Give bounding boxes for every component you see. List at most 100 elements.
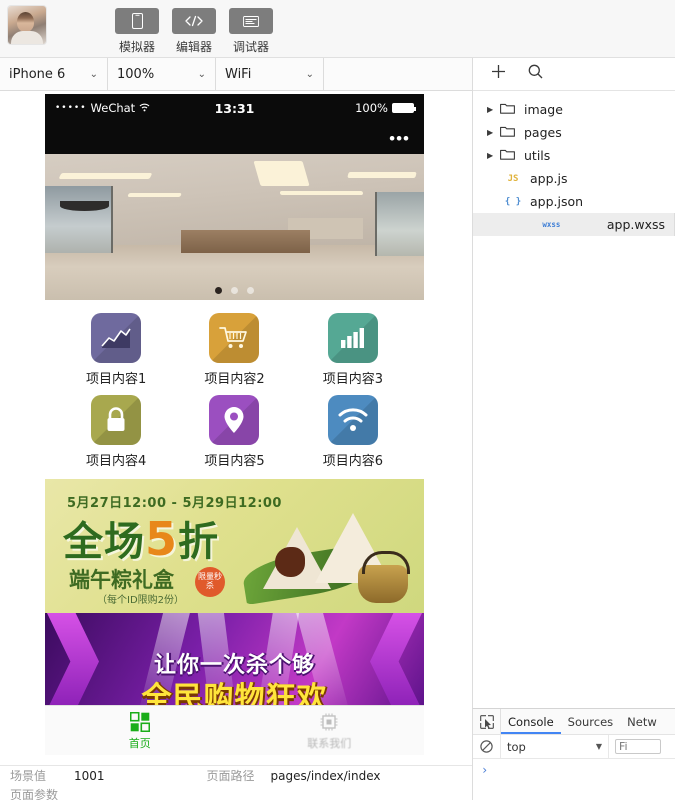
- bar-chart-icon: [327, 313, 378, 363]
- devtools-tab-console[interactable]: Console: [501, 709, 561, 734]
- file-tree-label: app.wxss: [606, 217, 665, 232]
- chevron-down-icon: ⌄: [305, 69, 314, 80]
- tab-contact-label: 联系我们: [307, 736, 352, 750]
- js-file-icon: JS: [507, 173, 519, 184]
- carousel-dot[interactable]: [215, 287, 222, 294]
- toolbar-button-group: 模拟器 编辑器 调试器: [115, 0, 273, 55]
- carousel-dot[interactable]: [231, 287, 238, 294]
- console-context-select[interactable]: top ▼: [501, 735, 609, 758]
- lock-icon: [91, 395, 142, 445]
- simulator-button-label: 模拟器: [118, 40, 155, 54]
- grid-item-label: 项目内容6: [322, 454, 383, 469]
- tab-home[interactable]: 首页: [45, 711, 235, 751]
- banner-note: （每个ID限购2份）: [97, 595, 185, 606]
- debugger-button-label: 调试器: [232, 40, 269, 54]
- grid-item-label: 项目内容1: [86, 372, 147, 387]
- grid-item-1[interactable]: 项目内容1: [57, 313, 175, 387]
- folder-icon: [500, 148, 520, 163]
- grid-item-4[interactable]: 项目内容4: [57, 395, 175, 469]
- file-tree-folder-utils[interactable]: ▶ utils: [473, 144, 675, 167]
- carousel-image: [45, 154, 424, 300]
- settings-bar-filler: [324, 58, 472, 90]
- grid-squares-icon: [45, 711, 235, 733]
- devtools-tab-network[interactable]: Netw: [620, 709, 664, 734]
- scene-value: 1001: [74, 768, 105, 783]
- simulator-settings-bar: iPhone 6 ⌄ 100% ⌄ WiFi ⌄: [0, 58, 472, 91]
- console-filter-bar: top ▼ Fi: [473, 735, 675, 759]
- file-tree-label: image: [524, 102, 563, 117]
- grid-item-6[interactable]: 项目内容6: [294, 395, 412, 469]
- folder-icon: [500, 102, 520, 117]
- folder-icon: [500, 125, 520, 140]
- search-icon[interactable]: [528, 64, 543, 84]
- zoom-select[interactable]: 100% ⌄: [108, 58, 216, 91]
- editor-button[interactable]: 编辑器: [172, 8, 216, 55]
- teapot-illustration: [358, 551, 410, 603]
- grid-item-5[interactable]: 项目内容5: [175, 395, 293, 469]
- device-select[interactable]: iPhone 6 ⌄: [0, 58, 108, 91]
- page-info-bar: 场景值 1001 页面路径 pages/index/index 页面参数: [0, 765, 472, 800]
- zongzi-illustration: [240, 491, 416, 611]
- lobby-reception-desk: [181, 229, 311, 254]
- phone-screen: ••••• WeChat 13:31 100% ••• 项目内容1 项目内容2 …: [45, 94, 424, 755]
- banner-headline-suffix: 折: [178, 519, 220, 565]
- wifi-signal-icon: [327, 395, 378, 445]
- inspect-element-icon[interactable]: [473, 709, 501, 734]
- grid-item-3[interactable]: 项目内容3: [294, 313, 412, 387]
- banner-headline: 全场5折: [63, 509, 219, 567]
- grid-item-2[interactable]: 项目内容2: [175, 313, 293, 387]
- grid-item-label: 项目内容4: [86, 454, 147, 469]
- device-select-value: iPhone 6: [9, 67, 66, 82]
- file-tree-item-app-json[interactable]: { } app.json: [473, 190, 675, 213]
- file-tree-item-app-wxss[interactable]: wxss app.wxss: [473, 213, 675, 236]
- chevron-right-icon[interactable]: ▶: [487, 105, 500, 114]
- console-output[interactable]: ›: [473, 759, 675, 799]
- user-avatar[interactable]: [8, 6, 46, 44]
- grid-item-label: 项目内容2: [204, 372, 265, 387]
- location-pin-icon: [209, 395, 260, 445]
- chevron-right-icon[interactable]: ▶: [487, 128, 500, 137]
- chevron-right-icon[interactable]: ▶: [487, 151, 500, 160]
- file-tree: ▶ image ▶ pages ▶ utils JS app.js {} ap…: [473, 91, 675, 236]
- tab-home-label: 首页: [128, 736, 151, 750]
- wechat-devtools-window: 模拟器 编辑器 调试器 iPhone 6 ⌄ 100% ⌄ WiFi ⌄ •••…: [0, 0, 675, 800]
- scene-key-label: 场景值: [10, 769, 47, 783]
- file-tree-label: pages: [524, 125, 562, 140]
- code-icon: [172, 8, 216, 34]
- file-tree-label: utils: [524, 148, 551, 163]
- devtools-pane: Console Sources Netw top ▼ Fi ›: [472, 708, 675, 800]
- promo-banner-sale[interactable]: 让你一次杀个够 全民购物狂欢: [45, 613, 424, 710]
- file-explorer-toolbar: [473, 58, 675, 91]
- path-key-label: 页面路径: [206, 769, 255, 783]
- chip-icon: [235, 711, 425, 733]
- banner-subtitle: 端午粽礼盒: [69, 568, 174, 592]
- lobby-glass-left: [45, 186, 114, 254]
- image-carousel[interactable]: [45, 154, 424, 300]
- simulator-button[interactable]: 模拟器: [115, 8, 159, 55]
- params-key-label: 页面参数: [10, 788, 59, 800]
- console-prompt: ›: [481, 763, 489, 777]
- file-tree-item-app-js[interactable]: JS app.js: [473, 167, 675, 190]
- path-value: pages/index/index: [270, 768, 381, 783]
- lobby-glass-right: [374, 191, 424, 257]
- banner-badge: 限量秒杀: [195, 567, 225, 597]
- plus-icon[interactable]: [491, 64, 506, 84]
- phone-status-bar: ••••• WeChat 13:31 100%: [45, 94, 424, 122]
- clear-console-icon[interactable]: [473, 735, 501, 758]
- tab-contact[interactable]: 联系我们: [235, 711, 425, 751]
- carousel-dot[interactable]: [247, 287, 254, 294]
- carousel-dots: [45, 287, 424, 294]
- network-select-value: WiFi: [225, 67, 252, 82]
- stage-chevron-right: [370, 613, 422, 710]
- promo-banner-dragonboat[interactable]: 5月27日12:00 - 5月29日12:00 全场5折 端午粽礼盒 限量秒杀 …: [45, 479, 424, 613]
- devtools-tab-sources[interactable]: Sources: [561, 709, 621, 734]
- file-tree-folder-pages[interactable]: ▶ pages: [473, 121, 675, 144]
- debugger-button[interactable]: 调试器: [229, 8, 273, 55]
- file-tree-folder-image[interactable]: ▶ image: [473, 98, 675, 121]
- devtools-tab-bar: Console Sources Netw: [473, 709, 675, 735]
- network-select[interactable]: WiFi ⌄: [216, 58, 324, 91]
- console-filter-input[interactable]: Fi: [615, 739, 661, 754]
- battery-icon: [392, 103, 416, 113]
- more-menu-icon[interactable]: •••: [389, 130, 410, 147]
- top-toolbar: 模拟器 编辑器 调试器: [0, 0, 675, 58]
